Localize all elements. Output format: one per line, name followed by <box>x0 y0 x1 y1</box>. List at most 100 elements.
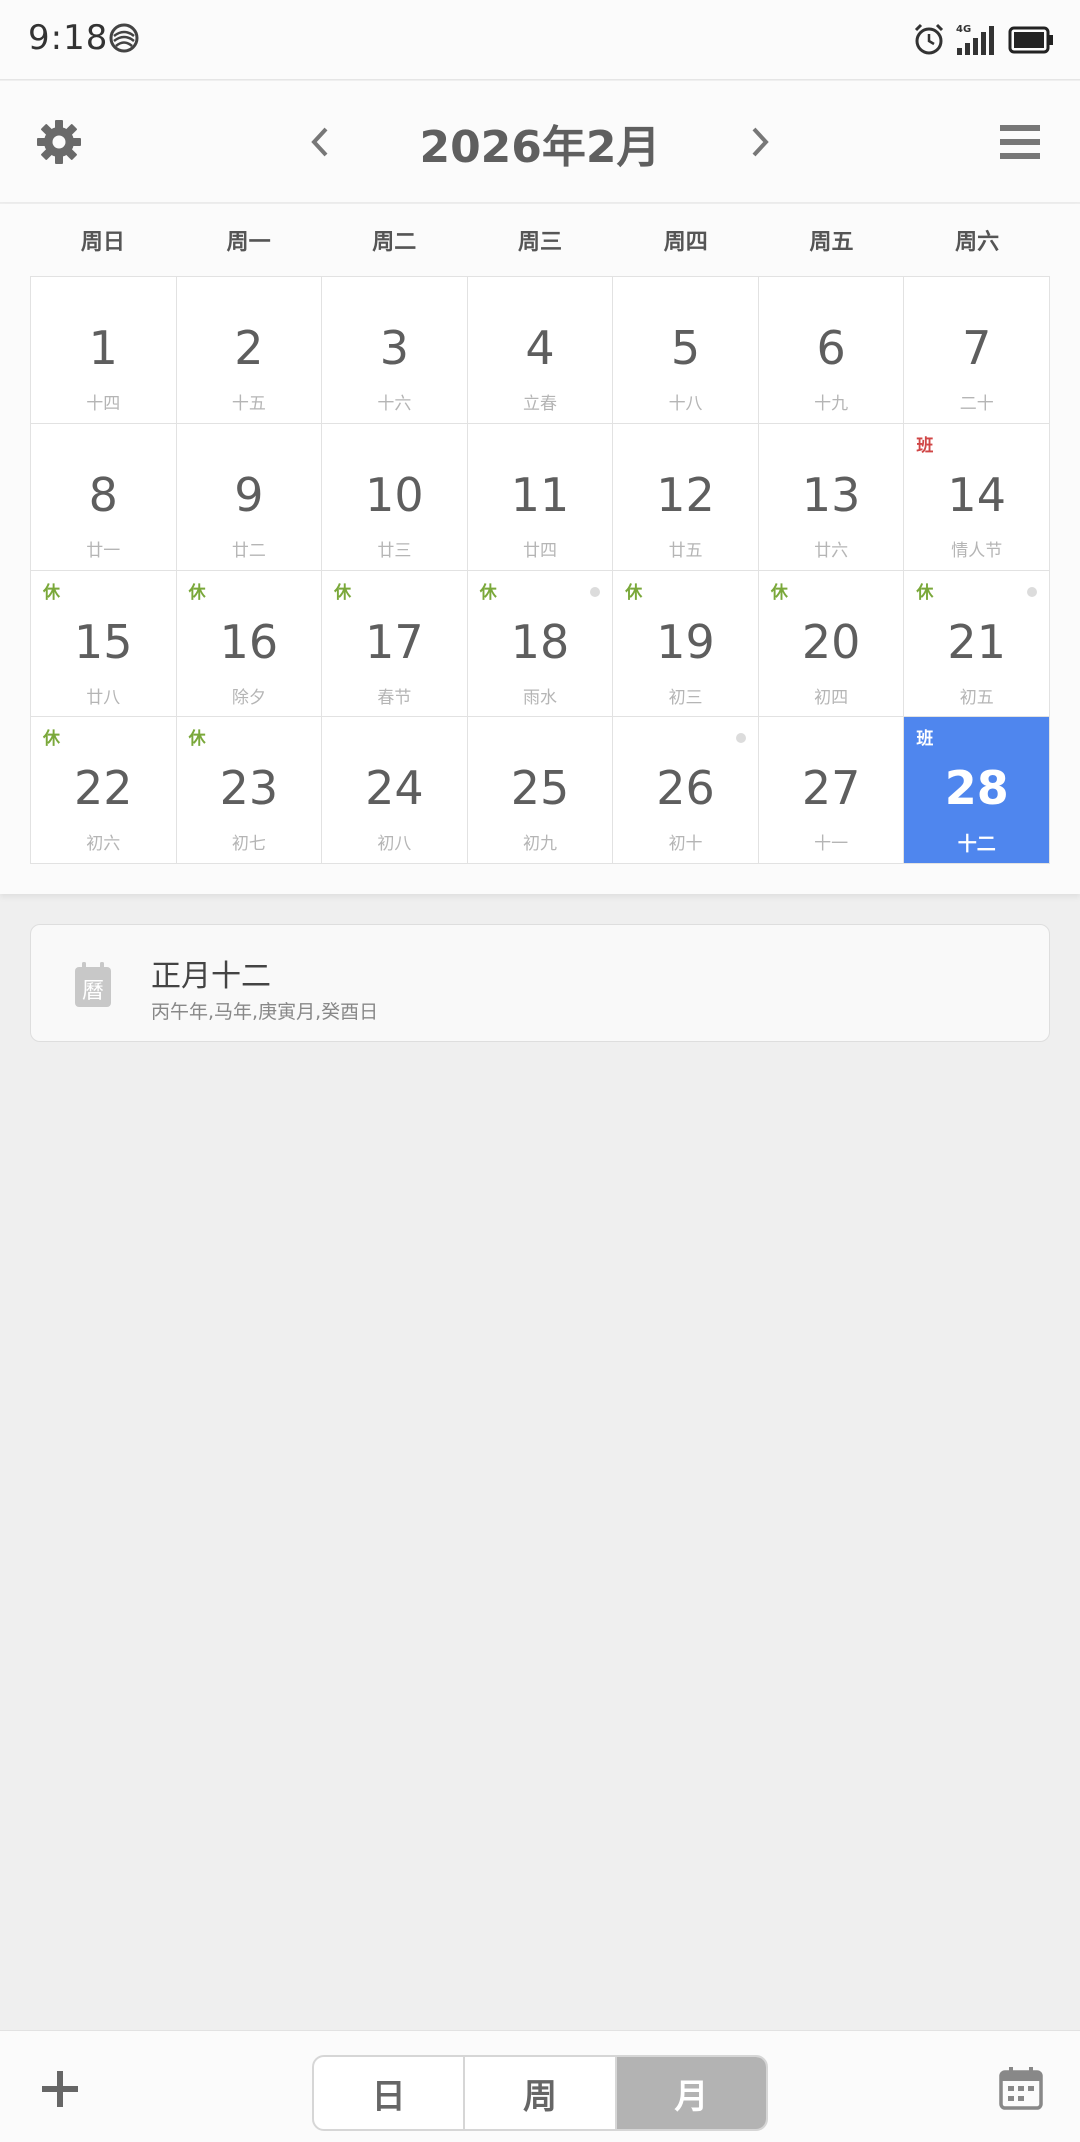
rest-day-badge: 休 <box>625 582 643 603</box>
day-cell[interactable]: 12 廿五 <box>613 423 759 571</box>
lunar-date: 廿一 <box>86 540 121 561</box>
lunar-date: 初八 <box>377 834 412 855</box>
status-bar: 9:18 4G <box>0 0 1080 80</box>
rest-day-badge: 休 <box>188 729 206 750</box>
lunar-date: 廿五 <box>668 540 703 561</box>
lunar-date-title: 正月十二 <box>151 959 271 994</box>
day-cell[interactable]: 24 初八 <box>322 717 468 864</box>
view-day-button[interactable]: 日 <box>314 2057 466 2129</box>
day-cell[interactable]: 休 23 初七 <box>176 717 323 864</box>
day-number: 27 <box>801 761 861 816</box>
chevron-left-icon[interactable] <box>302 121 338 163</box>
day-cell[interactable]: 休 18 雨水 <box>467 570 614 718</box>
day-cell[interactable]: 13 廿六 <box>758 423 905 571</box>
weekday-header: 周日 周一 周二 周三 周四 周五 周六 <box>30 224 1050 264</box>
day-cell[interactable]: 26 初十 <box>613 717 759 864</box>
day-cell[interactable]: 休 20 初四 <box>758 570 905 718</box>
day-cell[interactable]: 27 十一 <box>758 717 905 864</box>
day-number: 28 <box>944 761 1009 816</box>
lunar-date: 廿六 <box>814 540 849 561</box>
day-number: 6 <box>816 321 846 375</box>
lunar-date: 二十 <box>959 394 994 414</box>
view-week-button[interactable]: 周 <box>465 2057 617 2129</box>
lunar-date: 初十 <box>668 834 703 855</box>
rest-day-badge: 休 <box>770 582 788 603</box>
day-number: 13 <box>801 467 861 522</box>
day-cell[interactable]: 班 14 情人节 <box>904 423 1050 571</box>
event-dot-icon <box>735 733 746 744</box>
menu-icon[interactable] <box>998 119 1042 165</box>
day-cell[interactable]: 班 28 十二 <box>904 717 1050 864</box>
calendar-icon[interactable] <box>998 2065 1044 2111</box>
month-calendar: 周日 周一 周二 周三 周四 周五 周六 1 十四 2 十五 3 十六 4 立春 5 十八 6 十九 7… <box>0 204 1080 894</box>
day-cell[interactable]: 8 廿一 <box>31 423 177 571</box>
carrier-icon <box>109 23 139 53</box>
day-number: 9 <box>234 467 264 522</box>
alarm-icon <box>914 23 944 55</box>
day-cell[interactable]: 休 21 初五 <box>904 570 1050 718</box>
day-number: 10 <box>365 467 424 522</box>
day-cell[interactable]: 休 19 初三 <box>613 570 759 718</box>
lunar-date: 十九 <box>814 394 849 414</box>
status-time: 9:18 <box>28 18 109 58</box>
day-number: 12 <box>656 467 715 522</box>
day-cell[interactable]: 11 廿四 <box>467 423 614 571</box>
day-cell[interactable]: 休 17 春节 <box>322 570 468 718</box>
view-switch: 日 周 月 <box>312 2055 768 2131</box>
day-number: 4 <box>525 321 555 375</box>
lunar-date: 十二 <box>957 833 996 856</box>
day-cell[interactable]: 25 初九 <box>467 717 614 864</box>
weekday-label: 周五 <box>809 230 854 255</box>
day-number: 5 <box>670 321 701 375</box>
day-cell[interactable]: 休 22 初六 <box>31 717 177 864</box>
day-cell[interactable]: 6 十九 <box>758 277 905 424</box>
lunar-date: 立春 <box>522 394 557 414</box>
day-number: 17 <box>365 614 424 669</box>
ganzhi-subtitle: 丙午年,马年,庚寅月,癸酉日 <box>151 1001 379 1023</box>
header: 2026年2月 <box>0 81 1080 203</box>
lunar-date: 初九 <box>522 834 557 855</box>
chevron-right-icon[interactable] <box>742 121 778 163</box>
lunar-date: 十一 <box>814 834 849 855</box>
lunar-date: 春节 <box>377 687 412 708</box>
day-cell[interactable]: 5 十八 <box>613 277 759 424</box>
weekday-label: 周六 <box>955 230 1000 255</box>
plus-icon[interactable] <box>38 2067 82 2111</box>
weekday-label: 周一 <box>226 230 271 255</box>
gear-icon[interactable] <box>34 117 84 167</box>
event-dot-icon <box>590 586 601 597</box>
lunar-date: 初七 <box>231 834 266 855</box>
day-number: 22 <box>74 761 133 816</box>
day-cell[interactable]: 休 16 除夕 <box>176 570 323 718</box>
day-number: 18 <box>510 614 570 669</box>
battery-icon <box>1008 26 1053 54</box>
rest-day-badge: 休 <box>188 582 206 603</box>
lunar-date: 廿二 <box>231 540 266 561</box>
day-cell[interactable]: 休 15 廿八 <box>31 570 177 718</box>
weekday-label: 周日 <box>80 230 125 255</box>
day-number: 21 <box>947 614 1006 669</box>
lunar-date: 十六 <box>377 394 412 414</box>
day-cell[interactable]: 2 十五 <box>176 277 323 424</box>
lunar-date: 初三 <box>668 687 703 708</box>
rest-day-badge: 休 <box>43 729 60 750</box>
day-number: 26 <box>656 761 715 816</box>
signal-icon: 4G <box>956 24 994 55</box>
day-cell[interactable]: 7 二十 <box>904 277 1050 424</box>
day-number: 24 <box>365 761 424 816</box>
almanac-icon-glyph: 曆 <box>82 979 104 1004</box>
lunar-info-card[interactable]: 曆 正月十二 丙午年,马年,庚寅月,癸酉日 <box>30 924 1050 1042</box>
lunar-date: 十四 <box>86 394 121 414</box>
day-cell[interactable]: 10 廿三 <box>322 423 468 571</box>
almanac-icon: 曆 <box>75 962 111 1007</box>
day-cell[interactable]: 3 十六 <box>322 277 468 424</box>
lunar-date: 十八 <box>668 394 703 414</box>
day-cell[interactable]: 1 十四 <box>31 277 177 424</box>
network-label: 4G <box>956 24 971 35</box>
view-month-button[interactable]: 月 <box>616 2057 766 2129</box>
weekday-label: 周二 <box>372 230 417 255</box>
bottom-bar: 日 周 月 <box>0 2030 1080 2142</box>
day-cell[interactable]: 4 立春 <box>467 277 614 424</box>
day-cell[interactable]: 9 廿二 <box>176 423 323 571</box>
day-number: 15 <box>74 614 133 669</box>
